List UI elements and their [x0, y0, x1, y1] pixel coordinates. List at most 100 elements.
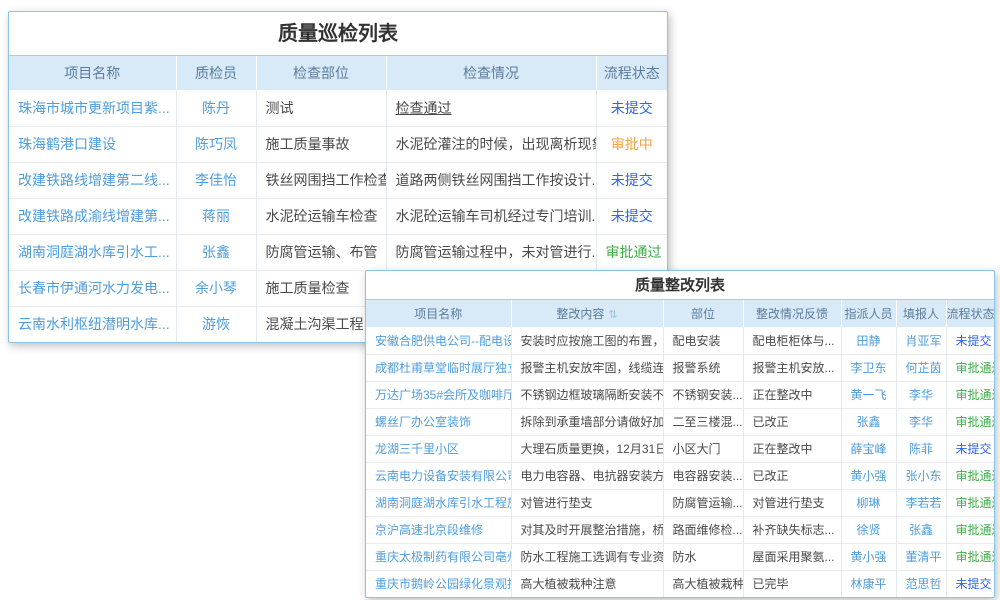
project-link[interactable]: 湖南洞庭湖水库引水工程施工标	[375, 496, 511, 510]
assignee-link[interactable]: 黄小强	[851, 469, 887, 483]
project-link[interactable]: 珠海市城市更新项目紫...	[18, 100, 170, 116]
assignee-link[interactable]: 柳琳	[856, 496, 880, 510]
part-text: 水泥砼运输车检查	[266, 208, 378, 224]
project-link[interactable]: 万达广场35#会所及咖啡厅空...	[375, 388, 511, 402]
project-link[interactable]: 湖南洞庭湖水库引水工...	[18, 244, 170, 260]
column-header-assignee: 指派人员	[841, 300, 896, 327]
project-link[interactable]: 龙湖三千里小区	[375, 442, 459, 456]
table-row: 成都杜甫草堂临时展厅独立展...报警主机安放牢固，线缆连接...报警系统报警主机…	[366, 354, 994, 381]
assignee-link[interactable]: 薛宝峰	[851, 442, 887, 456]
content-text: 拆除到承重墙部分请做好加固...	[521, 415, 664, 429]
reporter-link[interactable]: 李华	[909, 388, 933, 402]
part-text: 防腐管运输...	[673, 496, 743, 510]
reporter-cell: 范思哲	[896, 570, 946, 597]
column-header-status: 流程状态	[596, 56, 667, 90]
column-label-project: 项目名称	[414, 307, 462, 321]
content-cell: 防水工程施工选调有专业资质...	[511, 543, 663, 570]
project-cell: 湖南洞庭湖水库引水工程施工标	[366, 489, 511, 516]
reporter-link[interactable]: 肖亚军	[906, 334, 942, 348]
project-cell: 螺丝厂办公室装饰	[366, 408, 511, 435]
assignee-link[interactable]: 黄一飞	[851, 388, 887, 402]
project-cell: 重庆市鹅岭公园绿化景观提升...	[366, 570, 511, 597]
assignee-link[interactable]: 张鑫	[856, 415, 880, 429]
assignee-link[interactable]: 田静	[856, 334, 880, 348]
reporter-link[interactable]: 李若若	[906, 496, 942, 510]
project-link[interactable]: 成都杜甫草堂临时展厅独立展...	[375, 361, 511, 375]
reporter-link[interactable]: 张小东	[906, 469, 942, 483]
status-cell: 审批通过	[946, 408, 994, 435]
project-link[interactable]: 螺丝厂办公室装饰	[375, 415, 471, 429]
column-header-project: 项目名称	[9, 56, 176, 90]
status-badge: 审批通过	[606, 244, 662, 260]
reporter-cell: 李华	[896, 381, 946, 408]
status-badge: 未提交	[956, 334, 992, 348]
content-cell: 对管进行垫支	[511, 489, 663, 516]
reporter-link[interactable]: 何芷茵	[906, 361, 942, 375]
reporter-link[interactable]: 陈菲	[909, 442, 933, 456]
project-cell: 云南电力设备安装有限公司20...	[366, 462, 511, 489]
assignee-cell: 黄小强	[841, 543, 896, 570]
inspector-link[interactable]: 蒋丽	[202, 208, 230, 224]
column-header-situation: 检查情况	[386, 56, 596, 90]
column-header-project: 项目名称	[366, 300, 511, 327]
status-cell: 未提交	[946, 570, 994, 597]
status-badge: 审批通过	[956, 550, 995, 564]
project-cell: 珠海市城市更新项目紫...	[9, 90, 176, 126]
assignee-link[interactable]: 李卫东	[851, 361, 887, 375]
status-badge: 审批通过	[956, 523, 995, 537]
assignee-link[interactable]: 徐贤	[856, 523, 880, 537]
inspector-link[interactable]: 张鑫	[202, 244, 230, 260]
situation-text: 道路两侧铁丝网围挡工作按设计...	[396, 172, 597, 188]
feedback-cell: 正在整改中	[743, 435, 841, 462]
part-text: 报警系统	[673, 361, 721, 375]
project-link[interactable]: 重庆太极制药有限公司亳州中...	[375, 550, 511, 564]
reporter-cell: 肖亚军	[896, 327, 946, 354]
project-link[interactable]: 云南电力设备安装有限公司20...	[375, 469, 511, 483]
content-text: 安装时应按施工图的布置，将...	[521, 334, 664, 348]
reporter-cell: 陈菲	[896, 435, 946, 462]
table-row: 改建铁路线增建第二线...李佳怡铁丝网围挡工作检查道路两侧铁丝网围挡工作按设计.…	[9, 162, 667, 198]
project-link[interactable]: 安徽合肥供电公司--配电设备...	[375, 334, 511, 348]
project-link[interactable]: 云南水利枢纽潜明水库...	[18, 316, 170, 332]
column-label-project: 项目名称	[64, 65, 120, 81]
table-row: 龙湖三千里小区大理石质量更换，12月31日之...小区大门正在整改中薛宝峰陈菲未…	[366, 435, 994, 462]
project-link[interactable]: 重庆市鹅岭公园绿化景观提升...	[375, 577, 511, 591]
table-row: 万达广场35#会所及咖啡厅空...不锈钢边框玻璃隔断安装不牢...不锈钢安装..…	[366, 381, 994, 408]
reporter-link[interactable]: 范思哲	[906, 577, 942, 591]
inspector-link[interactable]: 余小琴	[195, 280, 237, 296]
reporter-link[interactable]: 张鑫	[909, 523, 933, 537]
part-text: 高大植被栽种	[673, 577, 744, 591]
assignee-cell: 张鑫	[841, 408, 896, 435]
table-row: 改建铁路成渝线增建第...蒋丽水泥砼运输车检查水泥砼运输车司机经过专门培训...…	[9, 198, 667, 234]
part-text: 混凝土沟渠工程	[266, 316, 364, 332]
project-link[interactable]: 珠海鹤港口建设	[18, 136, 116, 152]
inspector-link[interactable]: 游恢	[202, 316, 230, 332]
project-link[interactable]: 改建铁路线增建第二线...	[18, 172, 170, 188]
project-cell: 龙湖三千里小区	[366, 435, 511, 462]
project-link[interactable]: 长春市伊通河水力发电...	[18, 280, 170, 296]
feedback-text: 对管进行垫支	[753, 496, 825, 510]
project-link[interactable]: 京沪高速北京段维修	[375, 523, 483, 537]
status-badge: 审批通过	[956, 361, 995, 375]
project-cell: 万达广场35#会所及咖啡厅空...	[366, 381, 511, 408]
situation-cell: 防腐管运输过程中，未对管进行...	[386, 234, 596, 270]
inspector-link[interactable]: 李佳怡	[195, 172, 237, 188]
project-cell: 成都杜甫草堂临时展厅独立展...	[366, 354, 511, 381]
reporter-link[interactable]: 董清平	[906, 550, 942, 564]
project-cell: 京沪高速北京段维修	[366, 516, 511, 543]
feedback-cell: 已改正	[743, 408, 841, 435]
part-text: 二至三楼混...	[673, 415, 743, 429]
column-header-content[interactable]: 整改内容⇅	[511, 300, 663, 327]
inspector-link[interactable]: 陈巧凤	[195, 136, 237, 152]
sort-icon[interactable]: ⇅	[608, 309, 617, 321]
inspector-cell: 游恢	[176, 306, 256, 342]
inspector-link[interactable]: 陈丹	[202, 100, 230, 116]
reporter-cell: 李华	[896, 408, 946, 435]
assignee-link[interactable]: 黄小强	[851, 550, 887, 564]
content-cell: 大理石质量更换，12月31日之...	[511, 435, 663, 462]
part-cell: 防腐管运输、布管	[256, 234, 386, 270]
assignee-link[interactable]: 林康平	[851, 577, 887, 591]
feedback-cell: 报警主机安放...	[743, 354, 841, 381]
reporter-link[interactable]: 李华	[909, 415, 933, 429]
project-link[interactable]: 改建铁路成渝线增建第...	[18, 208, 170, 224]
